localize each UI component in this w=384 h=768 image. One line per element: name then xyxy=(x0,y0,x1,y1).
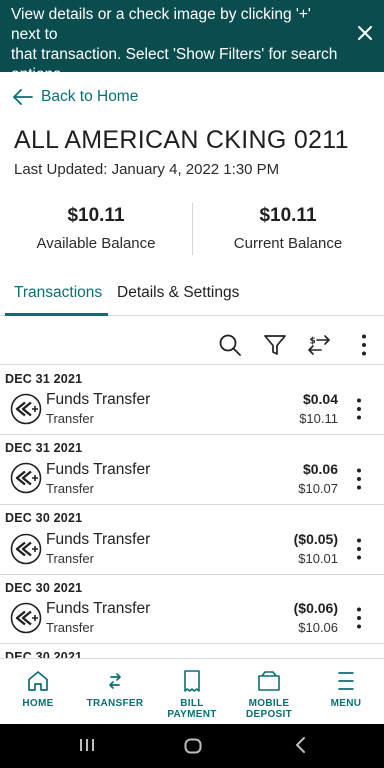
home-button-icon[interactable] xyxy=(183,736,203,761)
nav-label: TRANSFER xyxy=(86,698,144,709)
nav-label-line: DEPOSIT xyxy=(246,709,292,720)
last-updated: Last Updated: January 4, 2022 1:30 PM xyxy=(14,161,280,178)
nav-label-line: PAYMENT xyxy=(167,709,217,720)
banner-line: that transaction. Select 'Show Filters' … xyxy=(11,46,338,63)
more-vertical-icon[interactable] xyxy=(352,467,366,491)
home-icon xyxy=(28,671,48,691)
transaction-date: DEC 31 2021 xyxy=(5,441,83,455)
nav-mobile-deposit[interactable]: MOBILE DEPOSIT xyxy=(231,659,307,725)
more-vertical-icon[interactable] xyxy=(352,537,366,561)
nav-transfer[interactable]: TRANSFER xyxy=(77,659,153,725)
divider xyxy=(0,364,384,365)
available-balance-amount: $10.11 xyxy=(67,205,125,226)
nav-label-line: MOBILE xyxy=(248,698,290,709)
current-balance-label: Current Balance xyxy=(233,235,343,252)
running-balance: $10.11 xyxy=(299,411,338,426)
nav-label: MENU xyxy=(330,698,362,709)
close-icon[interactable] xyxy=(354,22,376,44)
divider xyxy=(0,434,384,435)
nav-bill-payment[interactable]: BILL PAYMENT xyxy=(154,659,230,725)
tab-transactions[interactable]: Transactions xyxy=(14,284,102,302)
divider xyxy=(0,574,384,575)
transaction-amount: $0.06 xyxy=(302,461,338,477)
running-balance: $10.01 xyxy=(298,551,338,566)
search-icon[interactable] xyxy=(218,333,242,357)
running-balance: $10.07 xyxy=(298,481,338,496)
nav-label-line: BILL xyxy=(180,698,204,709)
arrow-left-icon xyxy=(13,89,33,105)
available-balance-label: Available Balance xyxy=(36,235,156,252)
nav-home[interactable]: HOME xyxy=(0,659,76,725)
transfer-in-icon xyxy=(10,462,42,494)
divider xyxy=(0,643,384,644)
current-balance-amount: $10.11 xyxy=(259,205,317,226)
transaction-name: Funds Transfer xyxy=(46,391,151,408)
account-title: ALL AMERICAN CKING 0211 xyxy=(14,126,349,154)
transfer-in-icon xyxy=(10,602,42,634)
transaction-toolbar: $ xyxy=(0,333,384,357)
nav-label: BILL PAYMENT xyxy=(154,698,230,720)
transaction-name: Funds Transfer xyxy=(46,461,151,478)
running-balance: $10.06 xyxy=(298,620,338,635)
transaction-date: DEC 31 2021 xyxy=(5,372,83,386)
transaction-type: Transfer xyxy=(46,481,94,496)
available-balance-block: $10.11 Available Balance xyxy=(0,205,192,252)
transfer-in-icon xyxy=(10,393,42,425)
nav-label: HOME xyxy=(22,698,54,709)
filter-icon[interactable] xyxy=(263,333,287,357)
banner-line: View details or a check image by clickin… xyxy=(11,6,311,43)
transaction-type: Transfer xyxy=(46,551,94,566)
transfer-in-icon xyxy=(10,533,42,565)
tab-details-settings[interactable]: Details & Settings xyxy=(117,284,239,302)
transaction-name: Funds Transfer xyxy=(46,600,151,617)
info-banner: View details or a check image by clickin… xyxy=(0,0,384,83)
sort-icon[interactable]: $ xyxy=(307,333,331,357)
recent-apps-icon[interactable] xyxy=(78,736,96,759)
transaction-amount: $0.04 xyxy=(302,391,338,407)
banner-line: options. xyxy=(11,66,66,83)
receipt-icon xyxy=(184,670,200,692)
svg-text:$: $ xyxy=(310,337,316,347)
menu-icon xyxy=(338,672,354,690)
back-link-label: Back to Home xyxy=(41,88,139,105)
back-to-home-link[interactable]: Back to Home xyxy=(13,86,138,108)
transaction-date: DEC 30 2021 xyxy=(5,511,83,525)
transaction-amount: ($0.06) xyxy=(293,600,338,616)
transfer-icon xyxy=(109,673,121,689)
more-vertical-icon[interactable] xyxy=(352,333,376,357)
nav-menu[interactable]: MENU xyxy=(308,659,384,725)
system-navigation-bar xyxy=(0,724,384,768)
divider xyxy=(0,504,384,505)
wallet-icon xyxy=(258,671,280,691)
transaction-date: DEC 30 2021 xyxy=(5,581,83,595)
transaction-type: Transfer xyxy=(46,620,94,635)
transaction-type: Transfer xyxy=(46,411,94,426)
more-vertical-icon[interactable] xyxy=(352,606,366,630)
back-button-icon[interactable] xyxy=(293,736,309,759)
nav-label: MOBILE DEPOSIT xyxy=(231,698,307,720)
transaction-name: Funds Transfer xyxy=(46,531,151,548)
active-tab-indicator xyxy=(5,313,108,316)
tab-bar: Transactions Details & Settings xyxy=(0,276,384,316)
bottom-nav: HOME TRANSFER BILL PAYMENT MOBILE DEPOSI… xyxy=(0,658,384,724)
current-balance-block: $10.11 Current Balance xyxy=(192,205,384,252)
transaction-amount: ($0.05) xyxy=(293,531,338,547)
more-vertical-icon[interactable] xyxy=(352,397,366,421)
